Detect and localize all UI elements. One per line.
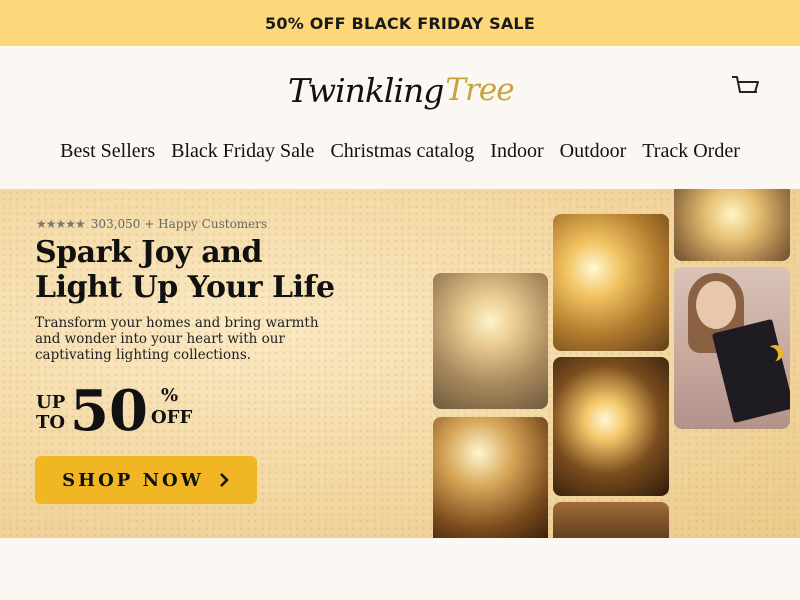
main-nav: Best Sellers Black Friday Sale Christmas…: [0, 138, 800, 168]
offer-to: TO: [36, 412, 66, 433]
brand-name-part1: Twinkling: [288, 70, 444, 110]
moon-icon: [762, 347, 778, 363]
nav-item-black-friday-sale[interactable]: Black Friday Sale: [171, 138, 314, 168]
product-photo-lantern[interactable]: [553, 357, 669, 496]
customer-rating: ★★★★★ 303,050 + Happy Customers: [36, 217, 267, 231]
announcement-bar[interactable]: 50% OFF BLACK FRIDAY SALE: [0, 0, 800, 46]
offer-up-to: UP TO: [36, 393, 65, 433]
offer-percent: %: [161, 385, 179, 406]
nav-item-christmas-catalog[interactable]: Christmas catalog: [330, 138, 474, 168]
brand-name-part2: Tree: [445, 72, 514, 108]
product-photo-shelf[interactable]: [674, 189, 790, 261]
brand-logo[interactable]: Twinkling Tree: [288, 62, 515, 118]
rating-text: 303,050 + Happy Customers: [90, 217, 268, 231]
hero-headline: Spark Joy and Light Up Your Life: [35, 235, 395, 305]
site-header: Twinkling Tree Best Sellers Black Friday…: [0, 46, 800, 189]
nav-item-outdoor[interactable]: Outdoor: [560, 138, 627, 168]
discount-offer: UP TO 50 % OFF: [36, 379, 196, 445]
cart-icon[interactable]: [730, 74, 760, 102]
nav-item-track-order[interactable]: Track Order: [642, 138, 740, 168]
headline-line1: Spark Joy and: [35, 235, 262, 270]
product-photo-woman-tree[interactable]: [553, 214, 669, 351]
offer-up: UP: [36, 392, 66, 413]
hero-subtext: Transform your homes and bring warmth an…: [35, 315, 319, 363]
page-body: [0, 538, 800, 600]
hero-banner: ★★★★★ 303,050 + Happy Customers Spark Jo…: [0, 189, 800, 538]
offer-off: OFF: [151, 407, 193, 428]
headline-line2: Light Up Your Life: [35, 270, 335, 305]
offer-number: 50: [70, 378, 148, 444]
nav-item-best-sellers[interactable]: Best Sellers: [60, 138, 155, 168]
nav-item-indoor[interactable]: Indoor: [490, 138, 543, 168]
shop-now-label: SHOP NOW: [62, 469, 204, 491]
shop-now-button[interactable]: SHOP NOW: [35, 456, 257, 504]
chevron-right-icon: [220, 473, 229, 487]
product-photo-tree-lamp[interactable]: [433, 273, 548, 409]
product-photo-gift-box[interactable]: [674, 267, 790, 429]
product-photo-bedroom[interactable]: [433, 417, 548, 538]
star-icon: ★★★★★: [36, 217, 86, 231]
photo-gift-card: [711, 318, 790, 424]
photo-person-face: [696, 281, 736, 329]
product-photo-partial[interactable]: [553, 502, 669, 538]
announcement-text[interactable]: 50% OFF BLACK FRIDAY SALE: [265, 14, 535, 33]
